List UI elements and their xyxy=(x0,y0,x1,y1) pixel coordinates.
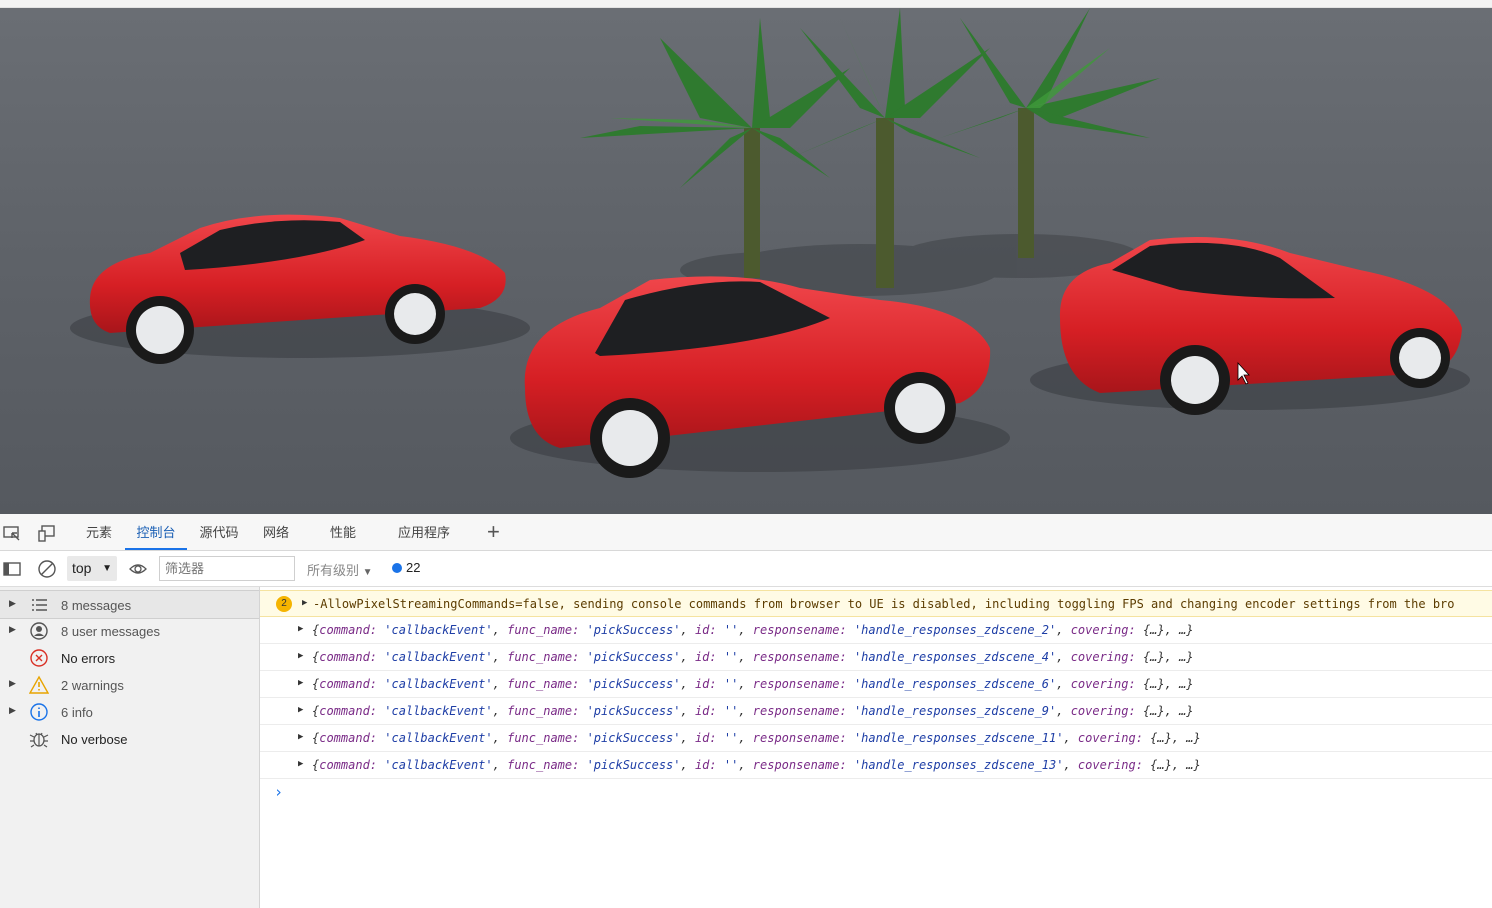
log-object: {command: 'callbackEvent', func_name: 'p… xyxy=(312,758,1201,772)
error-icon xyxy=(30,649,48,667)
warning-icon xyxy=(29,675,49,694)
live-expression-eye-icon[interactable] xyxy=(128,559,148,579)
sidebar-item-messages[interactable]: ▶ 8 messages xyxy=(0,590,259,619)
warning-count-badge: 2 xyxy=(276,596,292,612)
console-log-row[interactable]: ▶ {command: 'callbackEvent', func_name: '… xyxy=(260,725,1492,752)
console-toolbar: top ▼ 所有级别 ▼ 22 xyxy=(0,551,1492,587)
expand-arrow-icon[interactable]: ▶ xyxy=(298,624,303,634)
console-sidebar: ▶ 8 messages ▶ 8 user messages No errors… xyxy=(0,587,260,908)
devtools-tab-bar: 元素 控制台 源代码 网络 性能 应用程序 + xyxy=(0,514,1492,551)
user-icon xyxy=(30,622,48,640)
console-log-row[interactable]: ▶ {command: 'callbackEvent', func_name: '… xyxy=(260,698,1492,725)
device-toolbar-icon[interactable] xyxy=(37,523,57,543)
sidebar-item-label: 2 warnings xyxy=(61,678,124,693)
info-icon xyxy=(30,703,48,721)
context-selector[interactable]: top ▼ xyxy=(67,556,117,581)
sidebar-item-warnings[interactable]: ▶ 2 warnings xyxy=(0,671,259,698)
console-log-row[interactable]: ▶ {command: 'callbackEvent', func_name: '… xyxy=(260,671,1492,698)
expand-arrow-icon[interactable]: ▶ xyxy=(298,732,303,742)
log-object: {command: 'callbackEvent', func_name: 'p… xyxy=(312,623,1194,637)
bug-icon xyxy=(29,732,49,748)
expand-arrow-icon[interactable]: ▶ xyxy=(298,678,303,688)
expand-arrow-icon[interactable]: ▶ xyxy=(9,598,16,609)
log-object: {command: 'callbackEvent', func_name: 'p… xyxy=(312,731,1201,745)
log-object: {command: 'callbackEvent', func_name: 'p… xyxy=(312,650,1194,664)
sidebar-item-label: No verbose xyxy=(61,732,128,747)
console-log-row[interactable]: ▶ {command: 'callbackEvent', func_name: '… xyxy=(260,752,1492,779)
sidebar-toggle-icon[interactable] xyxy=(2,559,22,579)
log-levels-dropdown[interactable]: 所有级别 ▼ xyxy=(307,560,373,579)
tab-sources[interactable]: 源代码 xyxy=(197,514,241,550)
sidebar-item-label: 8 messages xyxy=(61,598,132,613)
expand-arrow-icon[interactable]: ▶ xyxy=(9,678,16,689)
tab-network[interactable]: 网络 xyxy=(261,514,291,550)
sidebar-item-label: 6 info xyxy=(61,705,93,720)
tab-performance[interactable]: 性能 xyxy=(328,514,358,550)
list-icon xyxy=(32,599,47,611)
clear-console-icon[interactable] xyxy=(37,559,57,579)
sidebar-item-errors[interactable]: No errors xyxy=(0,644,259,671)
console-prompt[interactable]: › xyxy=(274,783,283,801)
issues-badge[interactable]: 22 xyxy=(392,560,420,575)
console-output[interactable]: 2 ▶ -AllowPixelStreamingCommands=false, … xyxy=(260,587,1492,908)
console-log-row[interactable]: ▶ {command: 'callbackEvent', func_name: '… xyxy=(260,644,1492,671)
issues-count: 22 xyxy=(406,560,421,575)
expand-arrow-icon[interactable]: ▶ xyxy=(9,705,16,716)
sidebar-item-label: No errors xyxy=(61,651,116,666)
pixel-streaming-viewport[interactable] xyxy=(0,8,1492,514)
caret-down-icon: ▼ xyxy=(362,567,373,578)
expand-arrow-icon[interactable]: ▶ xyxy=(298,705,303,715)
sidebar-item-label: 8 user messages xyxy=(61,624,160,639)
message-icon xyxy=(392,563,402,573)
inspect-element-icon[interactable] xyxy=(2,523,22,543)
add-tab-button[interactable]: + xyxy=(487,521,500,543)
log-object: {command: 'callbackEvent', func_name: 'p… xyxy=(312,704,1194,718)
warning-message: -AllowPixelStreamingCommands=false, send… xyxy=(313,597,1455,611)
expand-arrow-icon[interactable]: ▶ xyxy=(9,624,16,635)
expand-arrow-icon[interactable]: ▶ xyxy=(298,651,303,661)
tab-application[interactable]: 应用程序 xyxy=(395,514,453,550)
console-log-row[interactable]: ▶ {command: 'callbackEvent', func_name: '… xyxy=(260,617,1492,644)
context-value: top xyxy=(72,560,92,576)
filter-input[interactable] xyxy=(159,556,295,581)
sidebar-item-info[interactable]: ▶ 6 info xyxy=(0,698,259,725)
expand-arrow-icon[interactable]: ▶ xyxy=(302,598,307,608)
console-warning-row[interactable]: 2 ▶ -AllowPixelStreamingCommands=false, … xyxy=(260,590,1492,617)
sidebar-item-verbose[interactable]: No verbose xyxy=(0,725,259,752)
browser-top-strip xyxy=(0,0,1492,8)
caret-down-icon: ▼ xyxy=(102,563,112,574)
sidebar-item-user-messages[interactable]: ▶ 8 user messages xyxy=(0,617,259,644)
log-object: {command: 'callbackEvent', func_name: 'p… xyxy=(312,677,1194,691)
tab-console[interactable]: 控制台 xyxy=(125,514,187,550)
log-levels-label: 所有级别 xyxy=(307,563,360,578)
tab-elements[interactable]: 元素 xyxy=(84,514,114,550)
3d-scene xyxy=(0,8,1492,514)
expand-arrow-icon[interactable]: ▶ xyxy=(298,759,303,769)
